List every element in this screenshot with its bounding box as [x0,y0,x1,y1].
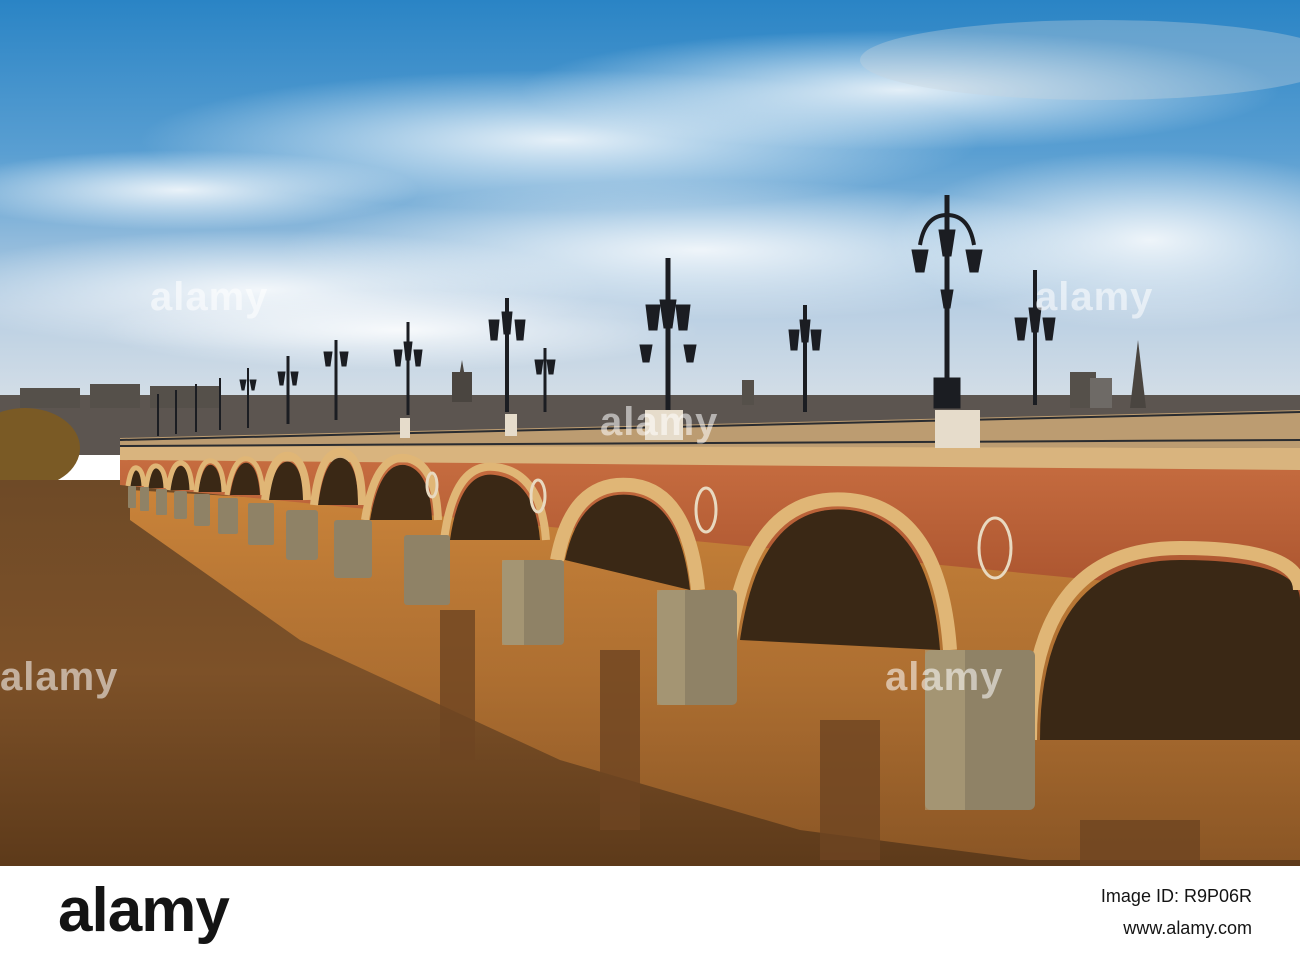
footer-bar: alamy [0,866,1300,956]
photo-bridge-scene: alamy alamy alamy alamy alamy [0,0,1300,866]
image-id-label: Image ID: R9P06R [1100,886,1252,906]
bridge-photo [0,0,1300,866]
alamy-url-link[interactable]: www.alamy.com [1123,918,1252,939]
alamy-logo-text: alamy [58,876,230,945]
alamy-logo: alamy [58,876,230,946]
